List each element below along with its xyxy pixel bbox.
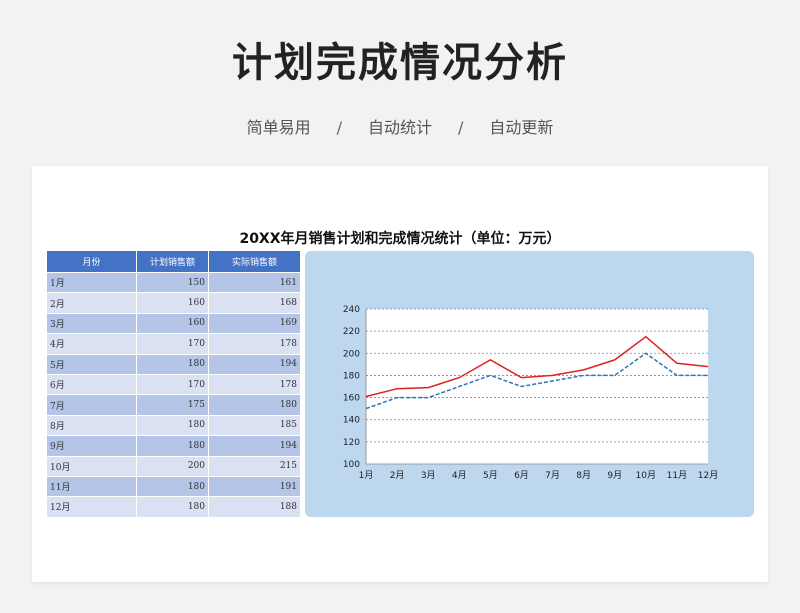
table-row: 9月 180 194 [46, 435, 301, 457]
cell-plan[interactable]: 160 [136, 312, 209, 335]
x-tick-label: 11月 [667, 470, 687, 481]
cell-month[interactable]: 10月 [46, 455, 137, 477]
cell-actual[interactable]: 178 [208, 333, 301, 355]
table-row: 6月 170 178 [46, 373, 301, 396]
y-tick-label: 100 [343, 460, 360, 470]
cell-actual[interactable]: 191 [208, 475, 301, 498]
table-row: 5月 180 194 [46, 353, 301, 375]
column-header-actual[interactable]: 实际销售额 [208, 250, 301, 273]
y-tick-label: 200 [343, 349, 360, 359]
cell-actual[interactable]: 178 [208, 373, 301, 396]
chart-panel: 100 120 140 160 180 200 220 240 1月 2月 3月 4月 5月 6月 7月 8月… [305, 251, 754, 517]
sheet-card: 20XX年月销售计划和完成情况统计（单位：万元） 月份 计划销售额 实际销售额 … [32, 166, 768, 582]
table-row: 7月 175 180 [46, 394, 301, 416]
cell-actual[interactable]: 168 [208, 292, 301, 314]
x-tick-label: 1月 [359, 470, 374, 481]
cell-plan[interactable]: 180 [136, 475, 209, 498]
feature-tags: 简单易用 / 自动统计 / 自动更新 [0, 114, 800, 138]
cell-plan[interactable]: 175 [136, 394, 209, 416]
y-tick-label: 160 [343, 394, 360, 404]
x-tick-label: 4月 [452, 470, 467, 481]
cell-month[interactable]: 3月 [46, 312, 137, 335]
y-tick-label: 140 [343, 416, 360, 426]
cell-month[interactable]: 9月 [46, 435, 137, 457]
y-tick-label: 120 [343, 438, 360, 448]
cell-actual[interactable]: 161 [208, 271, 301, 294]
table-row: 8月 180 185 [46, 414, 301, 437]
cell-month[interactable]: 1月 [46, 271, 137, 294]
table-row: 3月 160 169 [46, 312, 301, 335]
x-tick-label: 9月 [607, 470, 622, 481]
cell-plan[interactable]: 180 [136, 414, 209, 437]
column-header-plan[interactable]: 计划销售额 [136, 250, 209, 273]
cell-actual[interactable]: 169 [208, 312, 301, 335]
cell-actual[interactable]: 180 [208, 394, 301, 416]
table-row: 11月 180 191 [46, 475, 301, 498]
cell-month[interactable]: 11月 [46, 475, 137, 498]
y-tick-label: 240 [343, 305, 360, 315]
table-row: 4月 170 178 [46, 333, 301, 355]
table-row: 1月 150 161 [46, 271, 301, 294]
cell-plan[interactable]: 160 [136, 292, 209, 314]
y-tick-label: 180 [343, 371, 360, 381]
y-tick-label: 220 [343, 327, 360, 337]
x-tick-label: 3月 [421, 470, 436, 481]
line-chart: 100 120 140 160 180 200 220 240 1月 2月 3月 4月 5月 6月 7月 8月… [343, 305, 718, 481]
x-tick-label: 7月 [545, 470, 560, 481]
cell-plan[interactable]: 170 [136, 373, 209, 396]
table-body: 1月 150 161 2月 160 168 3月 160 169 4月 170 178 5月 180 194… [46, 271, 301, 518]
table-row: 12月 180 188 [46, 496, 301, 518]
column-header-month[interactable]: 月份 [46, 250, 137, 273]
cell-plan[interactable]: 150 [136, 271, 209, 294]
table-header-row: 月份 计划销售额 实际销售额 [46, 250, 301, 273]
plot-area [366, 309, 708, 464]
x-tick-label: 6月 [514, 470, 529, 481]
x-tick-label: 5月 [483, 470, 498, 481]
cell-plan[interactable]: 200 [136, 455, 209, 477]
tag-separator: / [336, 118, 342, 137]
cell-month[interactable]: 12月 [46, 496, 137, 518]
x-tick-label: 12月 [698, 470, 718, 481]
cell-plan[interactable]: 180 [136, 435, 209, 457]
cell-plan[interactable]: 180 [136, 353, 209, 375]
x-tick-label: 10月 [636, 470, 656, 481]
table-row: 2月 160 168 [46, 292, 301, 314]
cell-actual[interactable]: 188 [208, 496, 301, 518]
sales-table: 月份 计划销售额 实际销售额 1月 150 161 2月 160 168 3月 160 169 4… [46, 250, 301, 518]
table-row: 10月 200 215 [46, 455, 301, 477]
tag-separator: / [458, 118, 464, 137]
sheet-title: 20XX年月销售计划和完成情况统计（单位：万元） [239, 231, 561, 247]
cell-plan[interactable]: 180 [136, 496, 209, 518]
cell-actual[interactable]: 194 [208, 353, 301, 375]
cell-actual[interactable]: 215 [208, 455, 301, 477]
cell-actual[interactable]: 185 [208, 414, 301, 437]
page-title: 计划完成情况分析 [232, 40, 568, 86]
cell-month[interactable]: 2月 [46, 292, 137, 314]
tag-3: 自动更新 [489, 118, 554, 137]
x-tick-label: 8月 [576, 470, 591, 481]
cell-month[interactable]: 5月 [46, 353, 137, 375]
cell-month[interactable]: 8月 [46, 414, 137, 437]
tag-1: 简单易用 [246, 118, 311, 137]
cell-month[interactable]: 6月 [46, 373, 137, 396]
x-tick-label: 2月 [390, 470, 405, 481]
cell-month[interactable]: 4月 [46, 333, 137, 355]
cell-plan[interactable]: 170 [136, 333, 209, 355]
cell-month[interactable]: 7月 [46, 394, 137, 416]
cell-actual[interactable]: 194 [208, 435, 301, 457]
tag-2: 自动统计 [367, 118, 432, 137]
